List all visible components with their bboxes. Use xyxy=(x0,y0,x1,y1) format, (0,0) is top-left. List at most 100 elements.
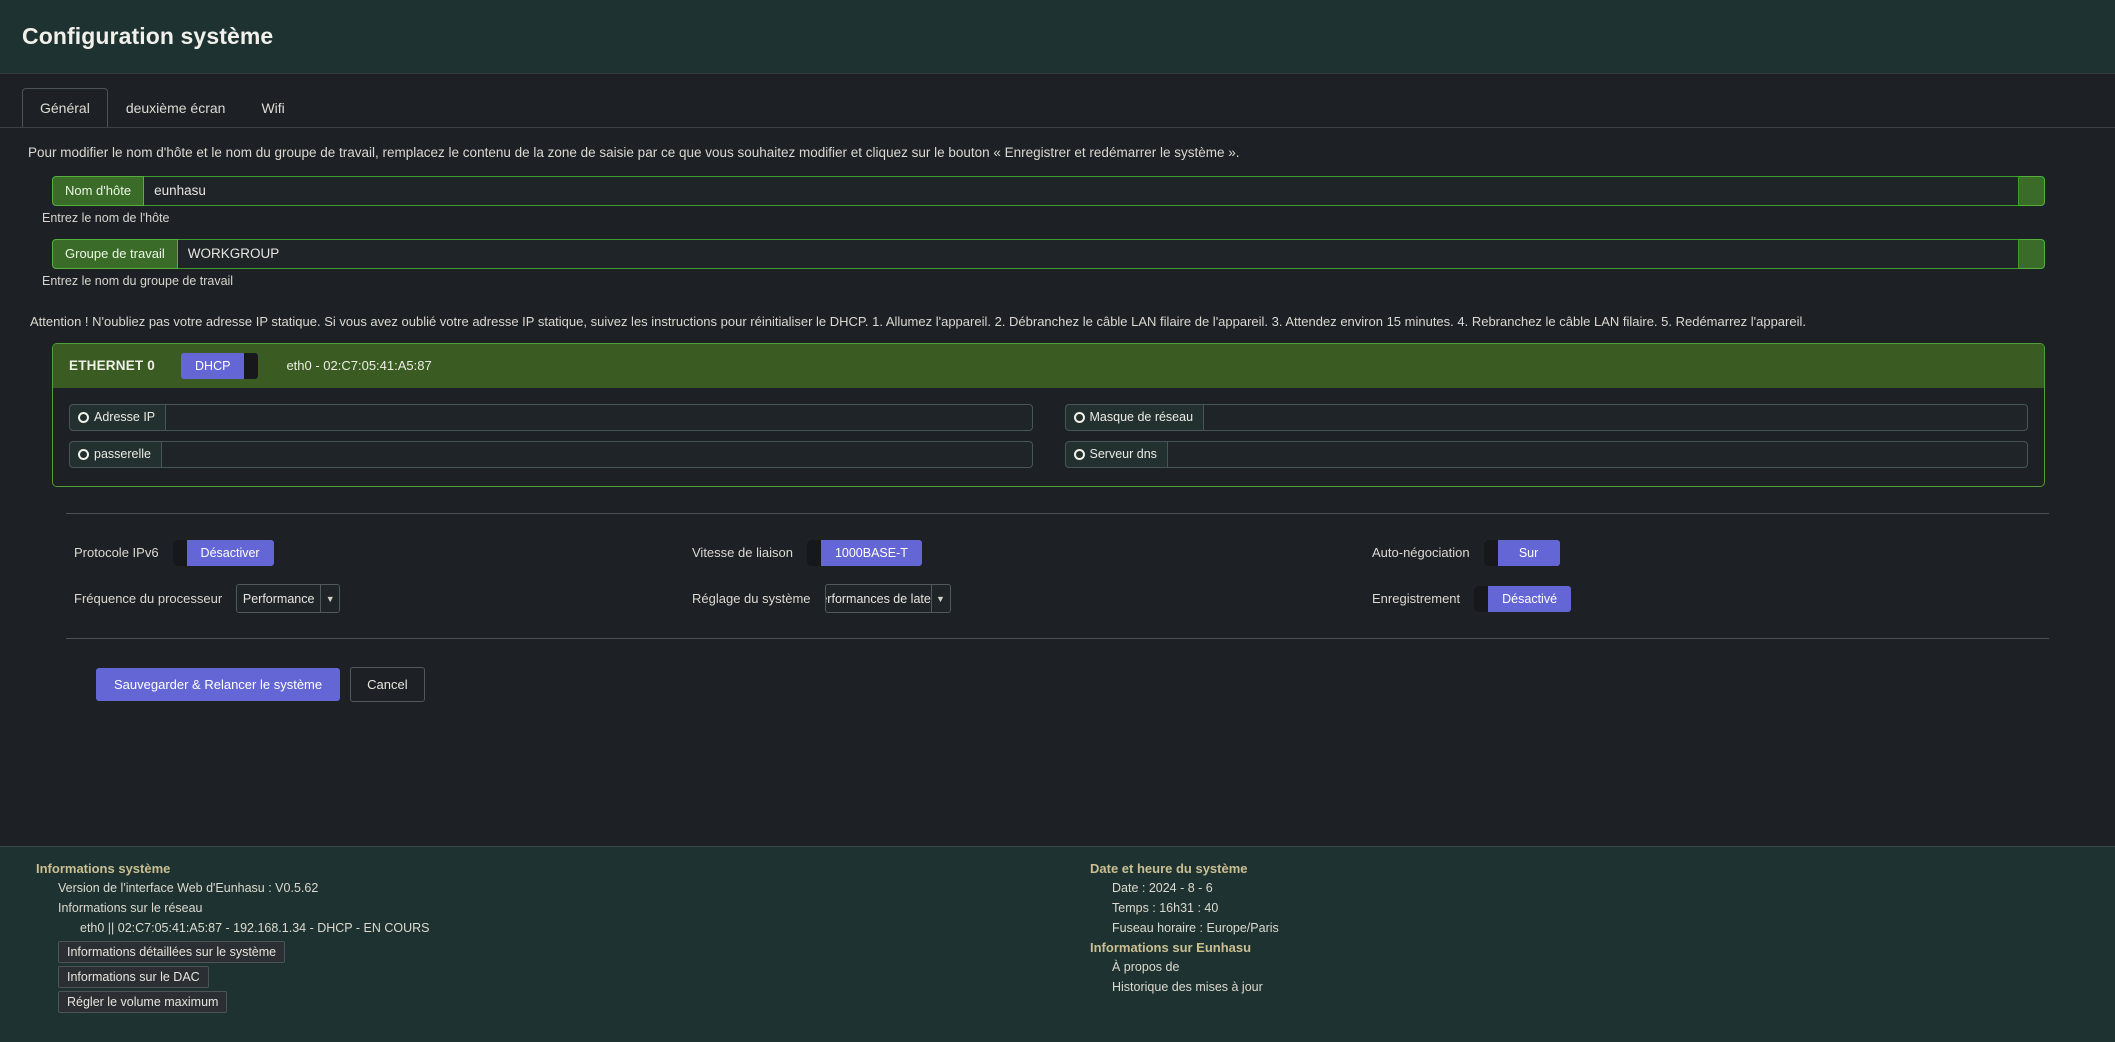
dac-info-link[interactable]: Informations sur le DAC xyxy=(58,966,209,989)
radio-circle-icon xyxy=(78,411,89,423)
hostname-help: Entrez le nom de l'hôte xyxy=(42,210,170,225)
dhcp-toggle-label: DHCP xyxy=(195,358,231,373)
static-ip-warning: Attention ! N'oubliez pas votre adresse … xyxy=(30,313,1806,329)
netmask-label-text: Masque de réseau xyxy=(1089,410,1194,425)
link-speed-toggle[interactable]: 1000BASE-T xyxy=(806,539,922,566)
system-info-heading: Informations système xyxy=(36,861,171,876)
link-speed-toggle-knob xyxy=(806,539,821,566)
network-info-detail: eth0 || 02:C7:05:41:A5:87 - 192.168.1.34… xyxy=(80,920,430,935)
ipv6-toggle-label: Désactiver xyxy=(200,545,260,560)
ethernet-name: ETHERNET 0 xyxy=(69,358,156,374)
gateway-input[interactable] xyxy=(161,440,1033,468)
auto-negotiation-toggle[interactable]: Sur xyxy=(1483,539,1560,566)
ethernet-interface-mac: eth0 - 02:C7:05:41:A5:87 xyxy=(286,358,432,374)
auto-negotiation-toggle-knob xyxy=(1483,539,1498,566)
auto-negotiation-toggle-label: Sur xyxy=(1518,545,1539,560)
ethernet-panel: ETHERNET 0 DHCP eth0 - 02:C7:05:41:A5:87… xyxy=(52,342,2045,487)
logging-toggle-knob xyxy=(1474,585,1489,612)
settings-column-1: Protocole IPv6 Désactiver Fréquence du p… xyxy=(22,536,692,616)
cancel-button[interactable]: Cancel xyxy=(350,666,425,702)
ethernet-panel-header: ETHERNET 0 DHCP eth0 - 02:C7:05:41:A5:87 xyxy=(53,343,2044,388)
hostname-submit-button[interactable] xyxy=(2019,175,2045,206)
ip-address-input[interactable] xyxy=(166,403,1033,431)
netmask-input[interactable] xyxy=(1204,403,2028,431)
about-link[interactable]: À propos de xyxy=(1090,958,2115,978)
system-time: Temps : 16h31 : 40 xyxy=(1112,900,1219,915)
workgroup-help: Entrez le nom du groupe de travail xyxy=(42,273,234,288)
ip-address-label: Adresse IP xyxy=(69,403,167,431)
dhcp-toggle-knob xyxy=(244,352,259,379)
footer-system-info: Informations système Version de l'interf… xyxy=(0,861,1080,1042)
tab-wifi-label: Wifi xyxy=(261,100,285,116)
tab-bar: Général deuxième écran Wifi xyxy=(0,88,2115,128)
link-speed-label: Vitesse de liaison xyxy=(692,545,793,561)
intro-instructions: Pour modifier le nom d'hôte et le nom du… xyxy=(28,145,1240,160)
ethernet-row-2: passerelle Serveur dns xyxy=(69,440,2028,468)
netmask-field: Masque de réseau xyxy=(1064,403,2028,431)
tab-wifi[interactable]: Wifi xyxy=(243,88,302,127)
settings-column-2: Vitesse de liaison 1000BASE-T Réglage du… xyxy=(692,536,1372,616)
app-header: Configuration système xyxy=(0,0,2115,74)
webui-version: Version de l'interface Web d'Eunhasu : V… xyxy=(58,881,319,895)
hostname-input[interactable] xyxy=(144,175,2019,206)
cpu-frequency-row: Fréquence du processeur Performance ▼ xyxy=(74,582,692,616)
logging-toggle[interactable]: Désactivé xyxy=(1474,585,1572,612)
settings-grid: Protocole IPv6 Désactiver Fréquence du p… xyxy=(22,514,2093,616)
tab-general[interactable]: Général xyxy=(22,88,108,127)
workgroup-input-group: Groupe de travail xyxy=(52,238,2045,269)
tab-deuxieme-ecran-label: deuxième écran xyxy=(125,100,226,116)
about-heading: Informations sur Eunhasu xyxy=(1090,940,1252,956)
dns-server-label-text: Serveur dns xyxy=(1089,447,1157,462)
ipv6-label: Protocole IPv6 xyxy=(74,545,159,561)
cpu-frequency-select[interactable]: Performance ▼ xyxy=(236,584,341,614)
tab-general-label: Général xyxy=(40,100,90,116)
network-info-heading: Informations sur le réseau xyxy=(58,900,203,915)
system-tuning-select[interactable]: Performances de latenc ▼ xyxy=(824,584,951,614)
footer-datetime-about: Date et heure du système Date : 2024 - 8… xyxy=(1080,861,2115,1042)
dns-server-input[interactable] xyxy=(1167,440,2028,468)
hostname-label: Nom d'hôte xyxy=(52,175,145,206)
ipv6-toggle[interactable]: Désactiver xyxy=(172,539,274,566)
settings-column-3: Auto-négociation Sur Enregistrement Désa… xyxy=(1372,536,1972,616)
ip-address-field: Adresse IP xyxy=(69,403,1033,431)
system-date: Date : 2024 - 8 - 6 xyxy=(1112,881,1213,895)
cpu-frequency-label: Fréquence du processeur xyxy=(74,591,223,607)
dns-server-field: Serveur dns xyxy=(1064,440,2028,468)
system-tuning-label: Réglage du système xyxy=(692,591,811,607)
dns-server-label: Serveur dns xyxy=(1064,440,1168,468)
auto-negotiation-row: Auto-négociation Sur xyxy=(1372,536,1972,570)
detailed-system-info-link[interactable]: Informations détaillées sur le système xyxy=(58,941,286,964)
gateway-field: passerelle xyxy=(69,440,1033,468)
auto-negotiation-label: Auto-négociation xyxy=(1372,545,1470,561)
dhcp-toggle[interactable]: DHCP xyxy=(181,352,259,379)
workgroup-label: Groupe de travail xyxy=(52,238,178,269)
chevron-down-icon: ▼ xyxy=(325,593,335,604)
radio-circle-icon xyxy=(1073,448,1085,460)
workgroup-submit-button[interactable] xyxy=(2019,238,2045,269)
radio-circle-icon xyxy=(78,448,89,460)
hostname-input-group: Nom d'hôte xyxy=(52,175,2045,206)
ipv6-row: Protocole IPv6 Désactiver xyxy=(74,536,692,570)
ipv6-toggle-knob xyxy=(172,539,187,566)
datetime-heading: Date et heure du système xyxy=(1090,861,1248,876)
update-history-link[interactable]: Historique des mises à jour xyxy=(1090,978,2115,998)
main-content: Pour modifier le nom d'hôte et le nom du… xyxy=(0,128,2115,702)
workgroup-input[interactable] xyxy=(177,238,2019,269)
workgroup-field-block: Groupe de travail Entrez le nom du group… xyxy=(22,238,2093,288)
system-tuning-value: Performances de latenc xyxy=(826,585,932,613)
ip-address-label-text: Adresse IP xyxy=(94,410,156,425)
gateway-label-text: passerelle xyxy=(94,447,151,462)
ethernet-row-1: Adresse IP Masque de réseau xyxy=(69,403,2028,431)
system-tuning-row: Réglage du système Performances de laten… xyxy=(692,582,1372,616)
footer: Informations système Version de l'interf… xyxy=(0,846,2115,1042)
system-timezone: Fuseau horaire : Europe/Paris xyxy=(1112,920,1279,935)
radio-circle-icon xyxy=(1073,411,1085,423)
link-speed-row: Vitesse de liaison 1000BASE-T xyxy=(692,536,1372,570)
logging-row: Enregistrement Désactivé xyxy=(1372,582,1972,616)
page-title: Configuration système xyxy=(22,23,274,49)
save-and-restart-button[interactable]: Sauvegarder & Relancer le système xyxy=(96,667,341,701)
gateway-label: passerelle xyxy=(69,440,162,468)
action-bar: Sauvegarder & Relancer le système Cancel xyxy=(22,639,2093,702)
set-max-volume-link[interactable]: Régler le volume maximum xyxy=(58,991,228,1014)
tab-deuxieme-ecran[interactable]: deuxième écran xyxy=(108,88,244,127)
